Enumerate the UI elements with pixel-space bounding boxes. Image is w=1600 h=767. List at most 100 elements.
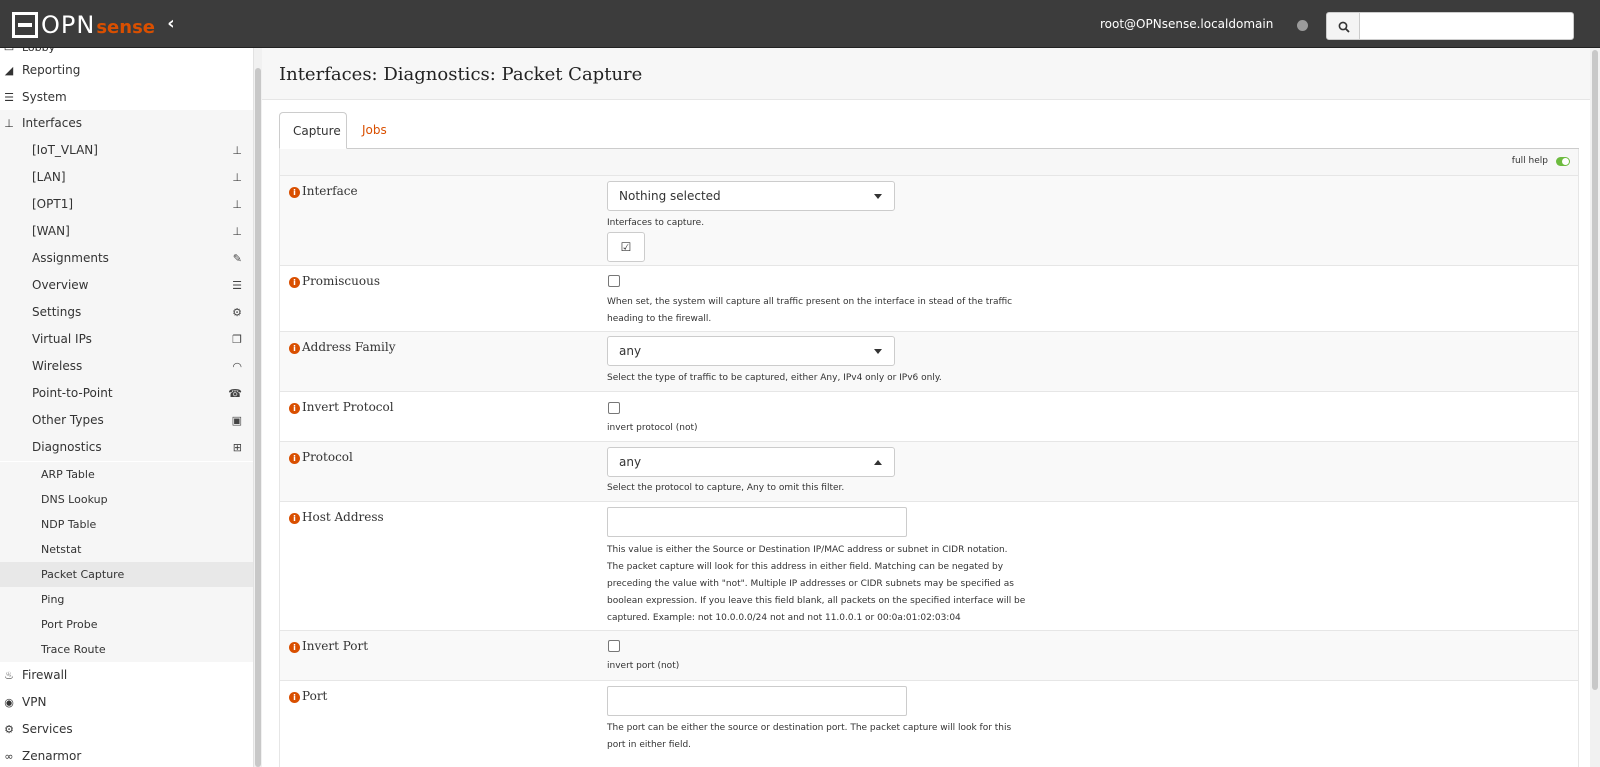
server-icon: ☰ [4, 91, 14, 104]
sidebar-item-label: Other Types [32, 413, 104, 427]
globe-icon: ◉ [4, 696, 14, 709]
sidebar-item-opt1[interactable]: [OPT1] ⊥ [0, 191, 253, 218]
sidebar-item-diagnostics[interactable]: Diagnostics ⊞ [0, 434, 253, 461]
sidebar-item-label: Interfaces [22, 116, 82, 130]
info-circle-icon[interactable]: i [289, 343, 300, 354]
form-row-protocol: i Protocol any Select the protocol to cap… [280, 442, 1578, 502]
sidebar-item-label: [LAN] [32, 170, 66, 184]
archive-icon: ▣ [231, 414, 242, 427]
sidebar-item-wireless[interactable]: Wireless ◠ [0, 353, 253, 380]
address-family-select[interactable]: any [607, 336, 895, 366]
sidebar-item-overview[interactable]: Overview ☰ [0, 272, 253, 299]
protocol-label: i Protocol [289, 450, 353, 464]
invert-port-checkbox[interactable] [608, 640, 620, 652]
sidebar-item-other-types[interactable]: Other Types ▣ [0, 407, 253, 434]
sidebar-item-assignments[interactable]: Assignments ✎ [0, 245, 253, 272]
form-row-address-family: i Address Family any Select the type of t… [280, 332, 1578, 392]
protocol-select[interactable]: any [607, 447, 895, 477]
sidebar-item-lan[interactable]: [LAN] ⊥ [0, 164, 253, 191]
binoculars-icon: ∞ [4, 750, 14, 763]
sidebar-item-dns-lookup[interactable]: DNS Lookup [0, 487, 253, 512]
info-circle-icon[interactable]: i [289, 513, 300, 524]
sidebar-item-settings[interactable]: Settings ⚙ [0, 299, 253, 326]
opnsense-logo[interactable]: OPN sense [12, 12, 155, 38]
interface-help: Interfaces to capture. [607, 218, 705, 228]
sidebar-item-label: Reporting [22, 63, 81, 77]
invert-protocol-help: invert protocol (not) [607, 423, 698, 433]
sidebar-item-label: [OPT1] [32, 197, 74, 211]
main-content: Interfaces: Diagnostics: Packet Capture … [262, 48, 1600, 767]
sidebar-item-vpn[interactable]: ◉ VPN [0, 689, 253, 716]
sidebar-item-label: NDP Table [41, 518, 97, 531]
info-circle-icon[interactable]: i [289, 187, 300, 198]
main-scrollbar-thumb[interactable] [1592, 50, 1598, 690]
sidebar-item-label: System [22, 90, 67, 104]
info-circle-icon[interactable]: i [289, 277, 300, 288]
sidebar-item-firewall[interactable]: ♨ Firewall [0, 662, 253, 689]
search-input[interactable] [1359, 12, 1574, 40]
port-help: The port can be either the source or des… [607, 723, 1012, 750]
sidebar-item-label: Firewall [22, 668, 68, 682]
sidebar-item-iot-vlan[interactable]: [IoT_VLAN] ⊥ [0, 137, 253, 164]
user-menu[interactable]: root@OPNsense.localdomain [1100, 17, 1290, 31]
sitemap-icon: ⊥ [232, 225, 242, 238]
page-title: Interfaces: Diagnostics: Packet Capture [279, 64, 643, 85]
info-circle-icon[interactable]: i [289, 692, 300, 703]
sidebar-item-trace-route[interactable]: Trace Route [0, 637, 253, 662]
sidebar-item-reporting[interactable]: ◢ Reporting [0, 57, 253, 84]
promiscuous-checkbox[interactable] [608, 275, 620, 287]
sidebar-scrollbar-thumb[interactable] [255, 68, 261, 767]
logo-mark-icon [12, 12, 38, 38]
sidebar-item-system[interactable]: ☰ System [0, 84, 253, 111]
info-circle-icon[interactable]: i [289, 642, 300, 653]
invert-port-help: invert port (not) [607, 661, 680, 671]
collapse-sidebar-chevron-left-icon[interactable]: ‹ [162, 14, 180, 34]
sidebar-scrollbar[interactable] [254, 48, 262, 767]
sidebar-item-wan[interactable]: [WAN] ⊥ [0, 218, 253, 245]
cog-icon: ⚙ [4, 723, 14, 736]
tab-capture[interactable]: Capture [279, 112, 347, 149]
search-button[interactable] [1326, 12, 1360, 40]
host-address-input[interactable] [607, 507, 907, 537]
interface-select[interactable]: Nothing selected [607, 181, 895, 211]
capture-form-panel: full help i Interface Nothing selected In… [279, 149, 1579, 767]
sidebar-item-label: Point-to-Point [32, 386, 113, 400]
status-circle-icon[interactable] [1297, 20, 1308, 31]
sidebar-item-point-to-point[interactable]: Point-to-Point ☎ [0, 380, 253, 407]
caret-up-icon [874, 460, 882, 465]
sidebar: ▭ Lobby ◢ Reporting ☰ System ⊥ Interface… [0, 48, 254, 767]
sitemap-icon: ⊥ [232, 144, 242, 157]
sidebar-item-arp-table[interactable]: ARP Table [0, 462, 253, 487]
sidebar-item-virtual-ips[interactable]: Virtual IPs ❐ [0, 326, 253, 353]
search-icon [1338, 21, 1350, 33]
sidebar-item-label: Wireless [32, 359, 83, 373]
sitemap-icon: ⊥ [232, 198, 242, 211]
sidebar-item-label: Port Probe [41, 618, 98, 631]
caret-down-icon [874, 194, 882, 199]
tab-jobs[interactable]: Jobs [349, 112, 400, 149]
tty-icon: ☎ [228, 387, 242, 400]
protocol-select-value: any [619, 455, 642, 469]
sidebar-item-port-probe[interactable]: Port Probe [0, 612, 253, 637]
info-circle-icon[interactable]: i [289, 453, 300, 464]
port-input[interactable] [607, 686, 907, 716]
sidebar-item-services[interactable]: ⚙ Services [0, 716, 253, 743]
check-square-icon: ☑ [620, 240, 632, 254]
main-scrollbar[interactable] [1590, 48, 1600, 767]
sidebar-item-netstat[interactable]: Netstat [0, 537, 253, 562]
sidebar-item-ndp-table[interactable]: NDP Table [0, 512, 253, 537]
full-help-toggle[interactable] [1556, 157, 1570, 166]
invert-port-label: i Invert Port [289, 639, 368, 653]
sidebar-item-ping[interactable]: Ping [0, 587, 253, 612]
sidebar-item-label: Ping [41, 593, 65, 606]
invert-protocol-checkbox[interactable] [608, 402, 620, 414]
sidebar-item-label: Zenarmor [22, 749, 82, 763]
protocol-help: Select the protocol to capture, Any to o… [607, 483, 845, 493]
sidebar-item-zenarmor[interactable]: ∞ Zenarmor [0, 743, 253, 767]
logo-sense-text: sense [96, 17, 155, 38]
select-all-button[interactable]: ☑ [607, 232, 645, 262]
sidebar-item-packet-capture[interactable]: Packet Capture [0, 562, 253, 587]
info-circle-icon[interactable]: i [289, 403, 300, 414]
fire-icon: ♨ [4, 669, 14, 682]
sidebar-item-interfaces[interactable]: ⊥ Interfaces [0, 110, 253, 137]
